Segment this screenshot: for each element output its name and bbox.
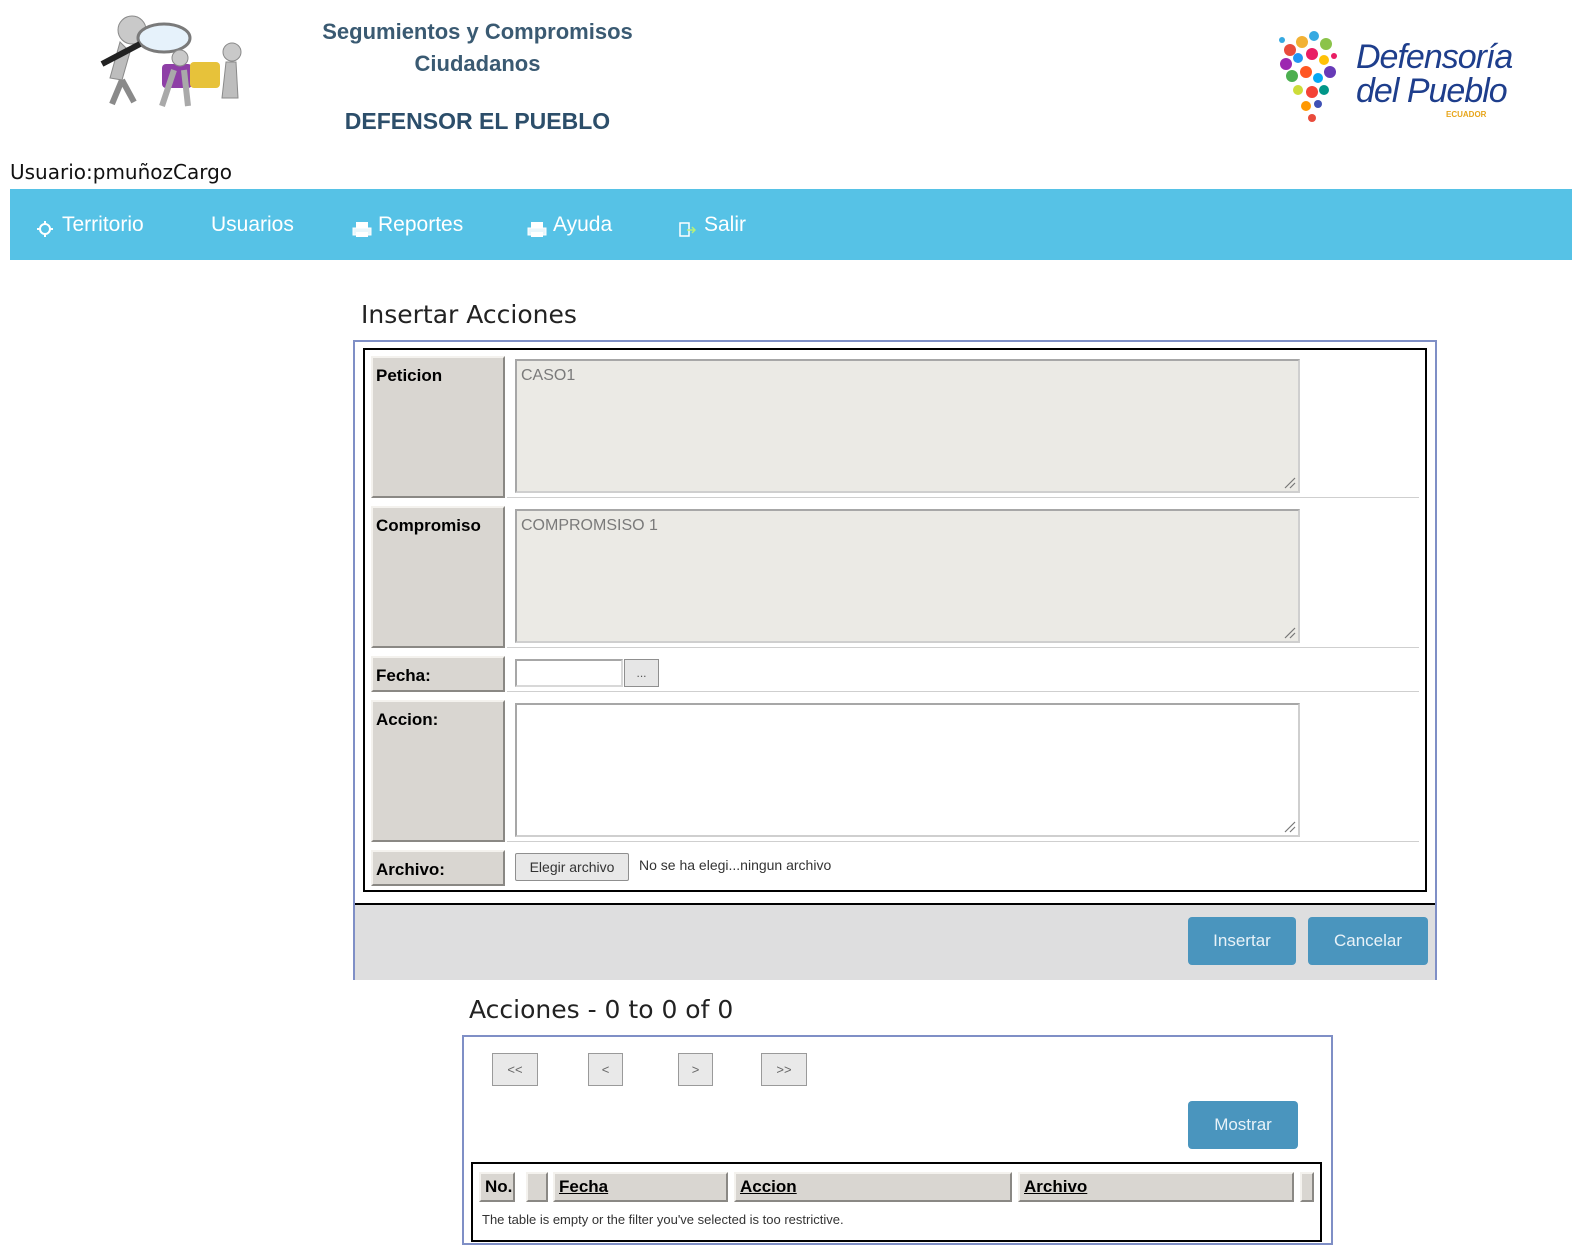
nav-label-usuarios: Usuarios <box>211 212 294 236</box>
nav-label-territorio: Territorio <box>62 212 144 236</box>
nav-label-ayuda: Ayuda <box>553 212 613 236</box>
resize-grip-icon[interactable] <box>1282 625 1296 639</box>
app-title-line1: Segumientos y Compromisos <box>322 19 633 44</box>
column-header-fecha[interactable]: Fecha <box>553 1172 728 1202</box>
resize-grip-icon[interactable] <box>1282 475 1296 489</box>
logo-right-line2: del Pueblo <box>1356 72 1508 110</box>
archivo-label: Archivo: <box>371 850 505 886</box>
cancel-button[interactable]: Cancelar <box>1308 917 1428 965</box>
accion-label: Accion: <box>371 700 505 842</box>
pager-prev-button[interactable]: < <box>588 1053 623 1086</box>
accion-textarea[interactable] <box>515 703 1300 837</box>
compromiso-label: Compromiso <box>371 506 505 648</box>
nav-item-salir[interactable]: Salir <box>678 189 746 260</box>
nav-item-territorio[interactable]: Territorio <box>36 189 144 260</box>
select-all-checkbox[interactable] <box>526 1172 548 1202</box>
file-status: No se ha elegi...ningun archivo <box>639 857 832 873</box>
user-label: Usuario: <box>10 160 93 184</box>
peticion-value: CASO1 <box>521 367 576 384</box>
pager-next-button[interactable]: > <box>678 1053 713 1086</box>
nav-item-reportes[interactable]: Reportes <box>352 189 463 260</box>
fecha-input[interactable] <box>515 659 623 687</box>
app-logo <box>92 8 252 112</box>
choose-file-button[interactable]: Elegir archivo <box>515 853 629 881</box>
insert-button[interactable]: Insertar <box>1188 917 1296 965</box>
column-header-archivo[interactable]: Archivo <box>1018 1172 1294 1202</box>
peticion-textarea[interactable]: CASO1 <box>515 359 1300 493</box>
user-info: Usuario:pmuñozCargo <box>10 160 232 184</box>
nav-label-salir: Salir <box>704 212 747 236</box>
app-title-line2: Ciudadanos <box>414 51 541 76</box>
printer-icon <box>352 220 372 238</box>
empty-table-message: The table is empty or the filter you've … <box>482 1212 844 1227</box>
compromiso-textarea[interactable]: COMPROMSISO 1 <box>515 509 1300 643</box>
column-header-accion[interactable]: Accion <box>734 1172 1012 1202</box>
peticion-label: Peticion <box>371 356 505 498</box>
form-title: Insertar Acciones <box>361 300 577 329</box>
logo-right-sub: ECUADOR <box>1446 110 1487 119</box>
printer-icon <box>527 220 547 238</box>
list-title: Acciones - 0 to 0 of 0 <box>469 995 734 1024</box>
fecha-label: Fecha: <box>371 656 505 692</box>
main-navbar: Territorio Usuarios Reportes Ayuda Salir <box>10 189 1572 260</box>
row-divider <box>507 647 1419 648</box>
show-button[interactable]: Mostrar <box>1188 1101 1298 1149</box>
exit-icon <box>678 220 697 238</box>
defensoria-logo: Defensoría del Pueblo ECUADOR <box>1268 20 1513 130</box>
gear-icon <box>36 220 54 238</box>
resize-grip-icon[interactable] <box>1282 819 1296 833</box>
org-title: DEFENSOR EL PUEBLO <box>344 108 611 134</box>
nav-label-reportes: Reportes <box>378 212 464 236</box>
table-scrollbar[interactable] <box>1300 1172 1314 1202</box>
date-picker-button[interactable]: ... <box>624 659 659 687</box>
compromiso-value: COMPROMSISO 1 <box>521 517 658 534</box>
pager-first-button[interactable]: << <box>492 1053 538 1086</box>
nav-item-ayuda[interactable]: Ayuda <box>527 189 612 260</box>
row-divider <box>507 691 1419 692</box>
pager-last-button[interactable]: >> <box>761 1053 807 1086</box>
nav-item-usuarios[interactable]: Usuarios <box>211 189 294 260</box>
row-divider <box>507 497 1419 498</box>
user-value: pmuñozCargo <box>92 160 233 184</box>
app-title: Segumientos y Compromisos Ciudadanos <box>300 16 655 80</box>
row-divider <box>507 841 1419 842</box>
column-header-no: No. <box>479 1172 515 1202</box>
